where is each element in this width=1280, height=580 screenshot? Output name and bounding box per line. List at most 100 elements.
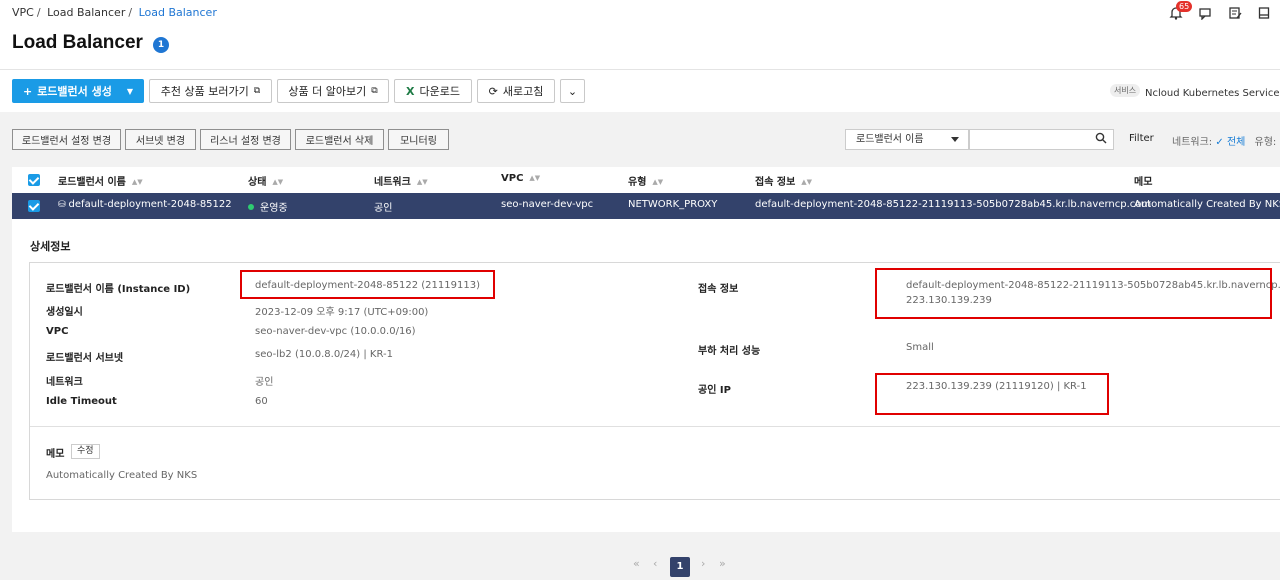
monitoring-button[interactable]: 모니터링 — [388, 129, 449, 150]
highlight-box-instance-id — [240, 270, 495, 299]
download-label: 다운로드 — [419, 85, 460, 98]
detail-value-vpc: seo-naver-dev-vpc (10.0.0.0/16) — [255, 326, 416, 337]
detail-label-access: 접속 정보 — [698, 284, 739, 295]
detail-value-subnet: seo-lb2 (10.0.8.0/24) | KR-1 — [255, 349, 393, 360]
book-icon[interactable] — [1255, 4, 1273, 22]
row-memo: Automatically Created By NKS — [1134, 199, 1280, 210]
header-memo: 메모 — [1134, 177, 1153, 188]
detail-value-idle-timeout: 60 — [255, 396, 268, 407]
highlight-box-public-ip — [875, 373, 1109, 415]
more-options-button[interactable]: ⌄ — [560, 79, 585, 103]
caret-down-icon: ▼ — [126, 86, 134, 96]
search-field-select[interactable]: 로드밸런서 이름 — [845, 129, 969, 150]
next-page-icon[interactable]: › — [701, 557, 705, 570]
row-checkbox[interactable] — [28, 200, 40, 212]
notification-count-badge: 65 — [1176, 1, 1193, 12]
current-page[interactable]: 1 — [670, 557, 690, 577]
header-type[interactable]: 유형 ▲▼ — [628, 173, 663, 188]
service-name: Ncloud Kubernetes Service 서비 — [1145, 88, 1280, 99]
learn-more-button[interactable]: 상품 더 알아보기 ⧉ — [277, 79, 389, 103]
search-input[interactable] — [969, 129, 1114, 150]
header-status[interactable]: 상태 ▲▼ — [248, 173, 283, 188]
change-lb-settings-button[interactable]: 로드밸런서 설정 변경 — [12, 129, 121, 150]
header-name[interactable]: 로드밸런서 이름 ▲▼ — [58, 173, 143, 188]
table-row[interactable]: ⛁ default-deployment-2048-85122 운영중 공인 se… — [12, 193, 1280, 219]
network-filter-value: 전체 — [1226, 137, 1246, 148]
chevron-down-icon: ⌄ — [567, 84, 578, 98]
change-subnet-button[interactable]: 서브넷 변경 — [125, 129, 196, 150]
external-link-icon: ⧉ — [371, 86, 378, 96]
detail-label-network: 네트워크 — [46, 377, 83, 388]
first-page-icon[interactable]: « — [633, 557, 640, 570]
detail-label-subnet: 로드밸런서 서브넷 — [46, 353, 124, 364]
sort-icon: ▲▼ — [272, 178, 284, 186]
page-title: Load Balancer — [12, 32, 143, 53]
row-type: NETWORK_PROXY — [628, 199, 718, 210]
download-button[interactable]: X 다운로드 — [394, 79, 472, 103]
breadcrumb-vpc[interactable]: VPC — [12, 6, 34, 19]
type-filter-label: 유형: — [1254, 137, 1277, 148]
header-access[interactable]: 접속 정보 ▲▼ — [755, 173, 812, 188]
check-icon: ✓ — [1215, 137, 1224, 148]
recommend-products-button[interactable]: 추천 상품 보러가기 ⧉ — [149, 79, 272, 103]
refresh-button[interactable]: ⟳ 새로고침 — [477, 79, 555, 103]
row-network: 공인 — [374, 203, 393, 214]
service-chip: 서비스 — [1110, 84, 1141, 97]
status-dot-icon — [248, 204, 254, 210]
row-vpc: seo-naver-dev-vpc — [501, 199, 594, 210]
plus-icon: + — [22, 84, 33, 98]
search-icon[interactable] — [1095, 132, 1107, 147]
chat-icon[interactable] — [1196, 4, 1214, 22]
edit-document-icon[interactable] — [1226, 4, 1244, 22]
create-load-balancer-button[interactable]: + 로드밸런서 생성 ▼ — [12, 79, 144, 103]
recommend-label: 추천 상품 보러가기 — [160, 85, 249, 98]
network-filter-label: 네트워크: — [1172, 137, 1213, 148]
network-filter[interactable]: 네트워크: ✓ 전체 유형: — [1172, 133, 1276, 148]
detail-title: 상세정보 — [30, 240, 71, 253]
search-field-value: 로드밸런서 이름 — [856, 134, 924, 145]
caret-down-icon — [951, 137, 959, 142]
count-badge: 1 — [153, 37, 169, 53]
filter-button[interactable]: Filter — [1129, 133, 1154, 144]
create-label: 로드밸런서 생성 — [37, 85, 112, 98]
memo-value: Automatically Created By NKS — [46, 470, 198, 481]
header-network[interactable]: 네트워크 ▲▼ — [374, 173, 428, 188]
row-status: 운영중 — [248, 199, 288, 214]
breadcrumb: VPC / Load Balancer / Load Balancer — [12, 6, 217, 19]
detail-value-network: 공인 — [255, 377, 274, 388]
detail-panel: 로드밸런서 이름 (Instance ID) default-deploymen… — [29, 262, 1280, 500]
learn-label: 상품 더 알아보기 — [288, 85, 367, 98]
table-header: 로드밸런서 이름 ▲▼ 상태 ▲▼ 네트워크 ▲▼ VPC ▲▼ 유형 ▲▼ 접속 정보 ▲… — [12, 167, 1280, 193]
detail-label-idle-timeout: Idle Timeout — [46, 396, 117, 407]
row-name: ⛁ default-deployment-2048-85122 — [58, 199, 232, 210]
highlight-box-access-info — [875, 268, 1272, 319]
page-header: VPC / Load Balancer / Load Balancer Load B… — [0, 0, 1280, 70]
header-vpc[interactable]: VPC ▲▼ — [501, 173, 540, 184]
sort-icon: ▲▼ — [652, 178, 664, 186]
delete-lb-button[interactable]: 로드밸런서 삭제 — [295, 129, 384, 150]
detail-label-name: 로드밸런서 이름 (Instance ID) — [46, 284, 191, 295]
sort-icon: ▲▼ — [529, 174, 541, 182]
database-icon: ⛁ — [58, 200, 66, 210]
detail-value-capacity: Small — [906, 342, 934, 353]
row-access: default-deployment-2048-85122-21119113-5… — [755, 199, 1152, 210]
memo-edit-button[interactable]: 수정 — [71, 444, 100, 459]
select-all-checkbox[interactable] — [28, 174, 40, 186]
last-page-icon[interactable]: » — [719, 557, 726, 570]
detail-label-public-ip: 공인 IP — [698, 385, 731, 396]
refresh-label: 새로고침 — [502, 85, 544, 98]
detail-label-vpc: VPC — [46, 326, 69, 337]
refresh-icon: ⟳ — [488, 84, 498, 98]
detail-divider — [30, 426, 1280, 427]
detail-label-capacity: 부하 처리 성능 — [698, 346, 761, 357]
lb-table: 로드밸런서 이름 ▲▼ 상태 ▲▼ 네트워크 ▲▼ VPC ▲▼ 유형 ▲▼ 접속 정보 ▲… — [12, 167, 1280, 532]
change-listener-button[interactable]: 리스너 설정 변경 — [200, 129, 291, 150]
memo-label: 메모 — [46, 449, 65, 460]
prev-page-icon[interactable]: ‹ — [653, 557, 657, 570]
external-link-icon: ⧉ — [253, 86, 261, 96]
sort-icon: ▲▼ — [131, 178, 143, 186]
breadcrumb-current[interactable]: Load Balancer — [139, 6, 217, 19]
breadcrumb-load-balancer[interactable]: Load Balancer — [47, 6, 125, 19]
detail-value-created: 2023-12-09 오후 9:17 (UTC+09:00) — [255, 307, 429, 318]
sort-icon: ▲▼ — [416, 178, 428, 186]
